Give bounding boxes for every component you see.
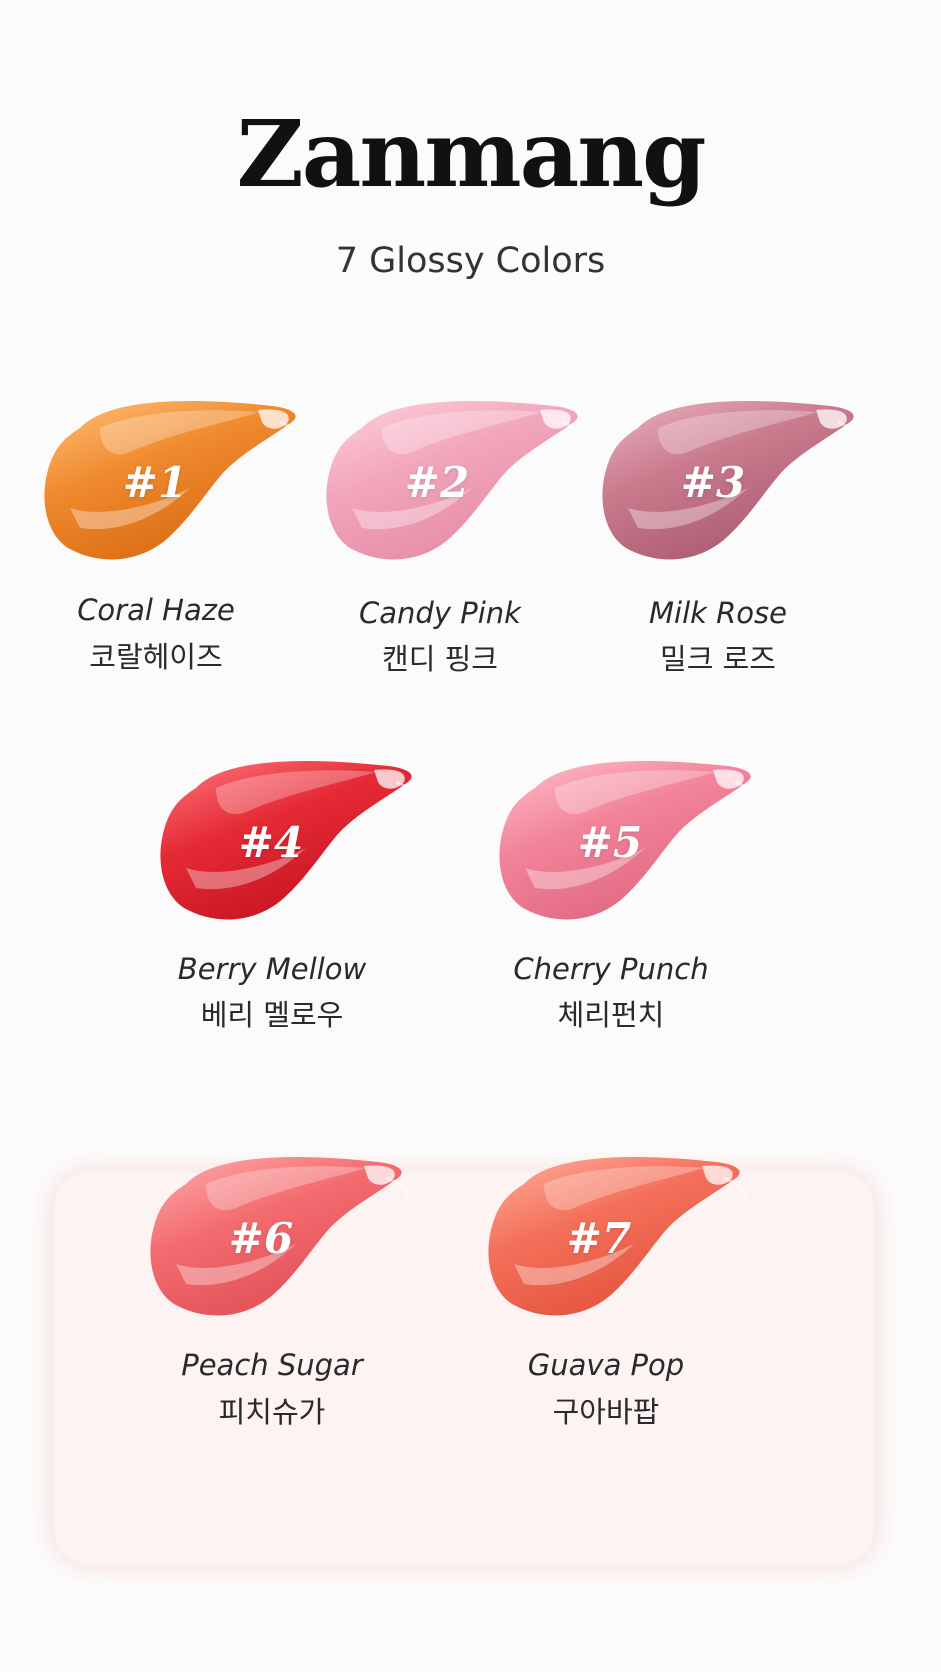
swatch-1: #1 (40, 388, 340, 608)
shade-name-en-1: Coral Haze (77, 593, 235, 627)
shade-name-ko-1: 코랄헤이즈 (89, 640, 223, 674)
swatch-2: #2 (322, 388, 622, 608)
shade-name-ko-3: 밀크 로즈 (660, 642, 776, 676)
shade-name-en-5: Cherry Punch (513, 952, 709, 986)
shade-name-ko-7: 구아바팝 (552, 1395, 660, 1429)
shade-number-1: #1 (122, 458, 188, 507)
swatch-5: #5 (495, 748, 795, 968)
swatch-3: #3 (598, 388, 898, 608)
swatch-4: #4 (156, 748, 456, 968)
shade-name-ko-6: 피치슈가 (218, 1395, 326, 1429)
shade-number-2: #2 (404, 458, 470, 507)
swatch-7: #7 (484, 1144, 784, 1364)
shade-number-5: #5 (577, 818, 643, 867)
shade-number-4: #4 (238, 818, 304, 867)
page-subtitle: 7 Glossy Colors (335, 241, 606, 281)
shade-name-ko-2: 캔디 핑크 (382, 642, 498, 676)
shade-name-ko-5: 체리펀치 (557, 998, 665, 1032)
shade-number-7: #7 (566, 1214, 632, 1263)
swatch-6: #6 (146, 1144, 446, 1364)
shade-name-ko-4: 베리 멜로우 (200, 998, 344, 1032)
shade-name-en-7: Guava Pop (527, 1348, 685, 1382)
shade-number-6: #6 (228, 1214, 294, 1263)
shade-name-en-4: Berry Mellow (177, 952, 367, 986)
shade-name-en-6: Peach Sugar (181, 1348, 363, 1382)
shade-name-en-3: Milk Rose (649, 596, 787, 630)
shade-number-3: #3 (680, 458, 746, 507)
shade-name-en-2: Candy Pink (359, 596, 521, 630)
brand-title: Zanmang (236, 100, 707, 208)
